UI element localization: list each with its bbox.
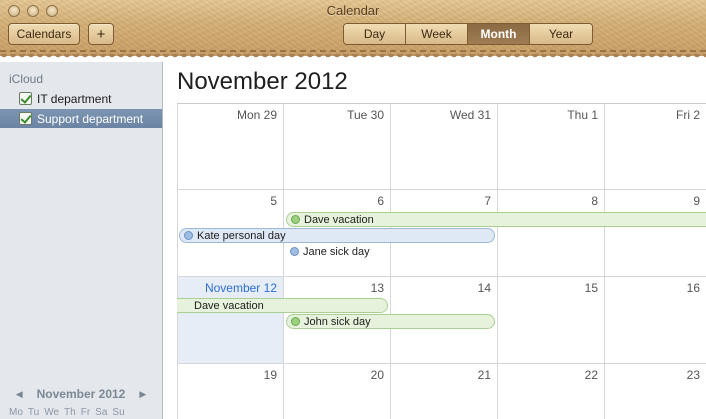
add-event-button[interactable]: +: [88, 23, 114, 45]
day-cell[interactable]: Tue 30: [284, 104, 391, 190]
tab-year[interactable]: Year: [530, 24, 592, 44]
day-number-today: November 12: [204, 281, 277, 295]
page-title: November 2012: [177, 68, 348, 95]
mini-next-icon[interactable]: ▶: [139, 389, 146, 400]
event-kate-personal-day[interactable]: Kate personal day: [179, 228, 495, 243]
day-cell[interactable]: 16: [605, 277, 706, 364]
calendar-sidebar: iCloud IT department Support department …: [0, 62, 163, 419]
tab-week[interactable]: Week: [406, 24, 468, 44]
day-number: 16: [686, 281, 700, 295]
calendar-dot-icon: [291, 215, 300, 224]
event-label: John sick day: [304, 315, 371, 328]
calendar-dot-icon: [290, 247, 299, 256]
event-dave-vacation-continued[interactable]: Dave vacation: [177, 298, 388, 313]
day-cell[interactable]: Fri 2: [605, 104, 706, 190]
day-number: 9: [693, 194, 700, 208]
checkbox-icon[interactable]: [19, 92, 32, 105]
day-number: 23: [686, 368, 700, 382]
window-title: Calendar: [326, 3, 380, 18]
day-cell[interactable]: 20: [284, 364, 391, 419]
mini-prev-icon[interactable]: ◀: [16, 389, 23, 400]
mini-calendar-title: November 2012: [36, 387, 126, 401]
weekday-label: Su: [112, 407, 125, 418]
month-view: November 2012 Mon 29 Tue 30 Wed 31 Thu 1…: [163, 62, 706, 419]
sidebar-item-support-department[interactable]: Support department: [0, 109, 162, 128]
weekday-label: Th: [64, 407, 76, 418]
event-label: Dave vacation: [304, 213, 374, 226]
weekday-label: Tu: [27, 407, 40, 418]
day-cell[interactable]: 23: [605, 364, 706, 419]
day-number: Mon 29: [236, 108, 277, 122]
torn-edge: [0, 54, 706, 62]
mini-calendar: ◀ November 2012 ▶ Mo Tu We Th Fr Sa Su: [0, 387, 162, 418]
event-jane-sick-day[interactable]: Jane sick day: [286, 244, 391, 259]
sidebar-item-it-department[interactable]: IT department: [0, 89, 162, 108]
day-number: 5: [270, 194, 277, 208]
day-cell[interactable]: 15: [498, 277, 605, 364]
event-dave-vacation[interactable]: Dave vacation: [286, 212, 706, 227]
day-number: 22: [584, 368, 598, 382]
day-number: 15: [584, 281, 598, 295]
day-cell[interactable]: 9: [605, 190, 706, 277]
event-label: Jane sick day: [303, 245, 370, 258]
day-cell[interactable]: 22: [498, 364, 605, 419]
event-label: Dave vacation: [194, 299, 264, 312]
day-cell-today[interactable]: November 12: [177, 277, 284, 364]
event-john-sick-day[interactable]: John sick day: [286, 314, 495, 329]
calendars-button[interactable]: Calendars: [8, 23, 80, 45]
view-switcher: Day Week Month Year: [343, 23, 593, 45]
day-number: Wed 31: [449, 108, 491, 122]
day-number: Thu 1: [567, 108, 598, 122]
tab-day[interactable]: Day: [344, 24, 406, 44]
event-label: Kate personal day: [197, 229, 286, 242]
day-number: Fri 2: [676, 108, 700, 122]
day-number: Tue 30: [347, 108, 384, 122]
sidebar-item-label: Support department: [37, 111, 144, 126]
day-cell[interactable]: 21: [391, 364, 498, 419]
day-cell[interactable]: 19: [177, 364, 284, 419]
toolbar: Calendar Calendars + Day Week Month Year: [0, 0, 706, 56]
weekday-label: Fr: [80, 407, 91, 418]
day-cell[interactable]: Thu 1: [498, 104, 605, 190]
checkbox-icon[interactable]: [19, 112, 32, 125]
day-number: 6: [377, 194, 384, 208]
day-number: 8: [591, 194, 598, 208]
weekday-label: We: [44, 407, 60, 418]
day-cell[interactable]: Wed 31: [391, 104, 498, 190]
day-number: 21: [477, 368, 491, 382]
calendar-dot-icon: [291, 317, 300, 326]
day-cell[interactable]: Mon 29: [177, 104, 284, 190]
sidebar-item-label: IT department: [37, 91, 112, 106]
day-number: 7: [484, 194, 491, 208]
day-number: 13: [370, 281, 384, 295]
day-number: 20: [370, 368, 384, 382]
mini-weekdays: Mo Tu We Th Fr Sa Su: [0, 407, 162, 418]
weekday-label: Mo: [9, 407, 23, 418]
day-number: 19: [263, 368, 277, 382]
tab-month[interactable]: Month: [468, 24, 530, 44]
day-cell[interactable]: 8: [498, 190, 605, 277]
calendar-dot-icon: [184, 231, 193, 240]
sidebar-group-icloud: iCloud: [9, 72, 44, 86]
weekday-label: Sa: [95, 407, 108, 418]
day-number: 14: [477, 281, 491, 295]
toolbar-stitching: [0, 50, 706, 52]
